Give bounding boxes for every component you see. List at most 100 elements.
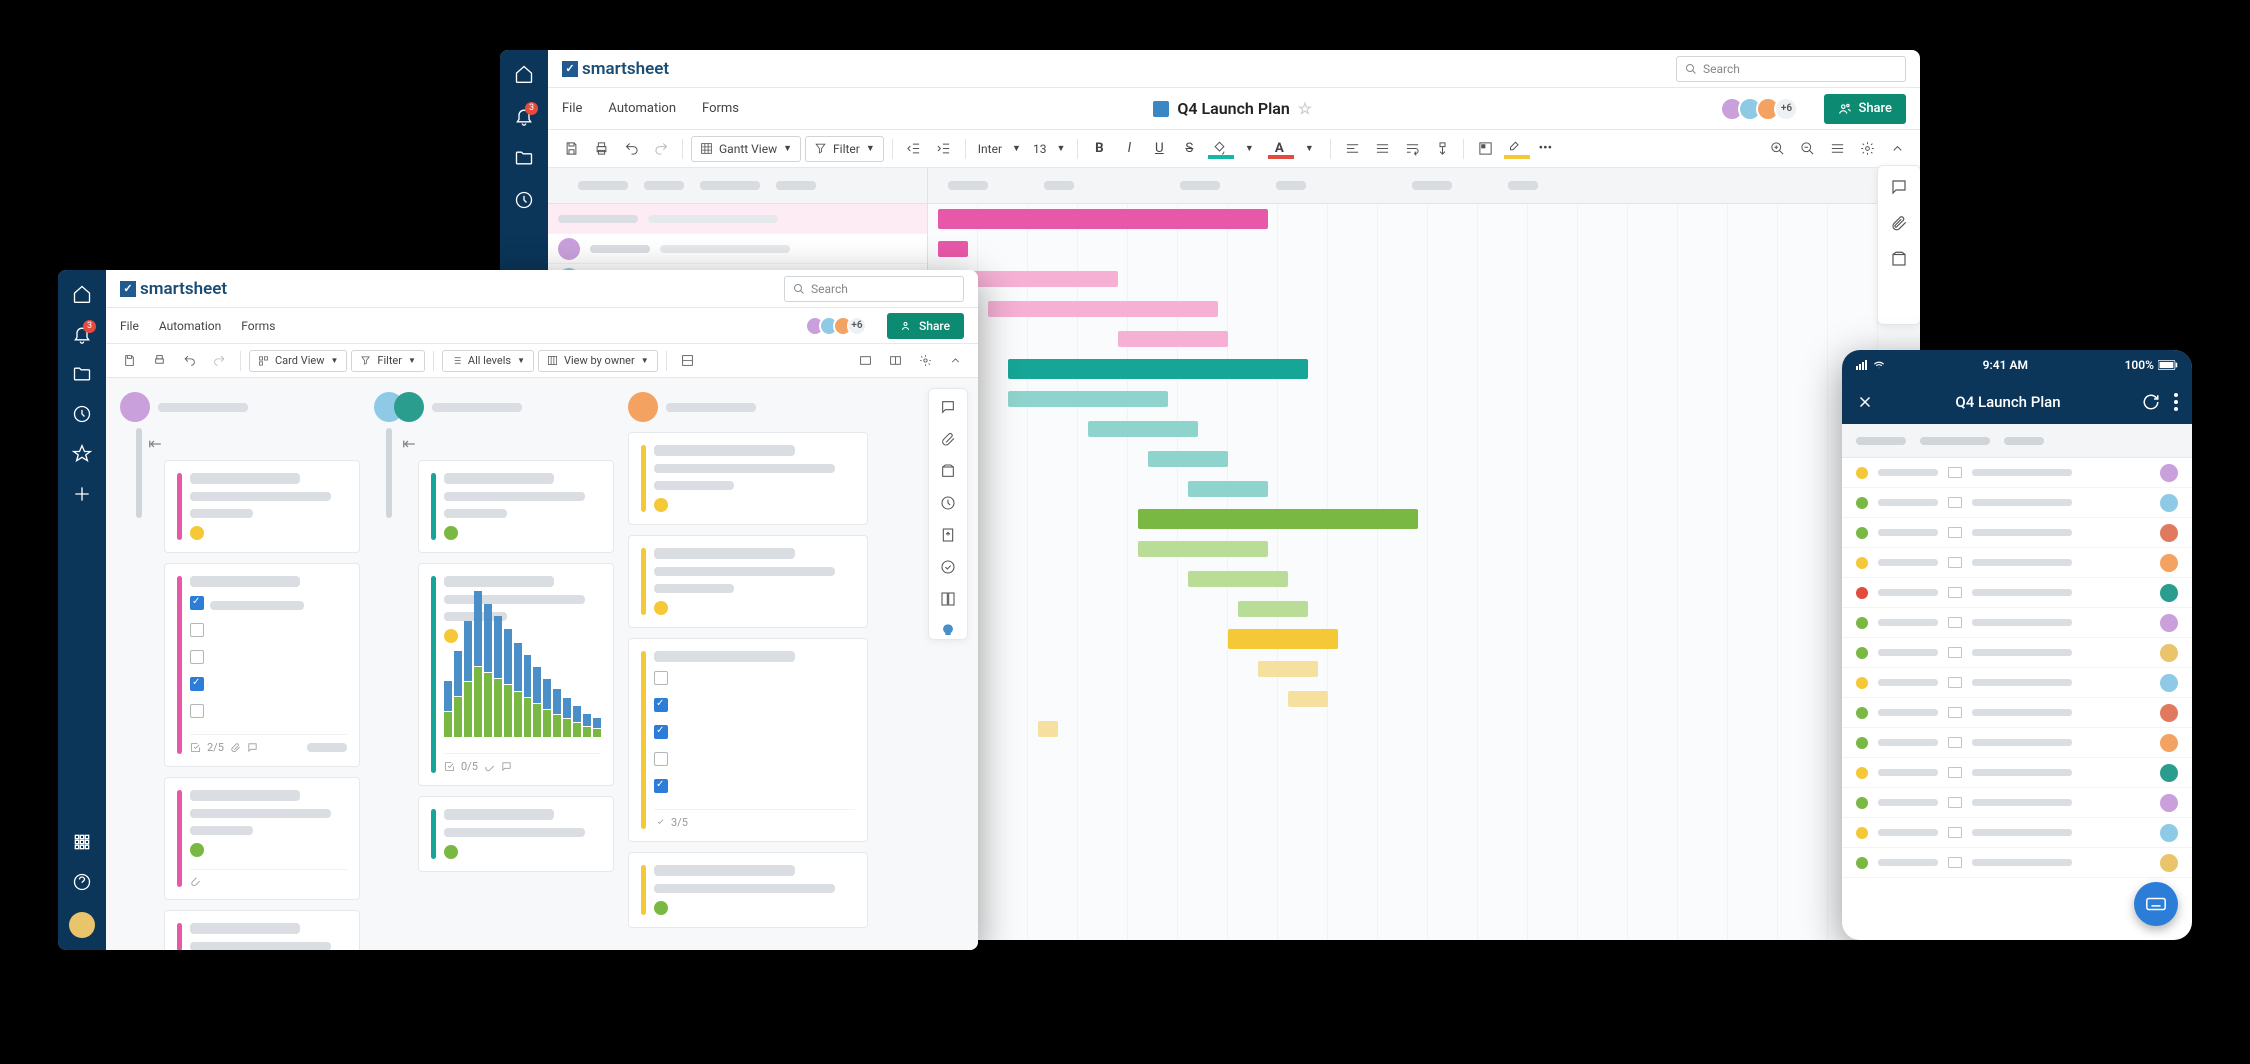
- undo-icon[interactable]: [176, 348, 202, 374]
- strikethrough-icon[interactable]: S: [1176, 136, 1202, 162]
- mobile-list[interactable]: [1842, 458, 2192, 940]
- summary-icon[interactable]: [940, 559, 956, 575]
- view-selector[interactable]: Card View▼: [249, 350, 347, 372]
- menu-automation[interactable]: Automation: [159, 319, 221, 333]
- align-left-icon[interactable]: [1339, 136, 1365, 162]
- outdent-icon[interactable]: [901, 136, 927, 162]
- mobile-row[interactable]: [1842, 518, 2192, 548]
- recent-icon[interactable]: [514, 190, 534, 210]
- gantt-bar[interactable]: [1188, 571, 1288, 587]
- mobile-row[interactable]: [1842, 728, 2192, 758]
- add-icon[interactable]: [72, 484, 92, 504]
- home-icon[interactable]: [72, 284, 92, 304]
- card[interactable]: [628, 852, 868, 928]
- keyboard-fab[interactable]: [2134, 882, 2178, 926]
- gantt-bar[interactable]: [1148, 451, 1228, 467]
- font-selector[interactable]: Inter▼: [974, 136, 1025, 162]
- gantt-bar[interactable]: [938, 241, 968, 257]
- print-icon[interactable]: [588, 136, 614, 162]
- gantt-bar[interactable]: [1088, 421, 1198, 437]
- redo-icon[interactable]: [206, 348, 232, 374]
- home-icon[interactable]: [514, 64, 534, 84]
- mobile-row[interactable]: [1842, 818, 2192, 848]
- comments-icon[interactable]: [940, 399, 956, 415]
- compact-icon[interactable]: [675, 348, 701, 374]
- mobile-row[interactable]: [1842, 548, 2192, 578]
- layout2-icon[interactable]: [882, 348, 908, 374]
- card[interactable]: [164, 910, 360, 950]
- refresh-icon[interactable]: [2142, 393, 2160, 411]
- filter-button[interactable]: Filter▼: [805, 136, 884, 162]
- search-input[interactable]: Search: [1676, 56, 1906, 82]
- mobile-row[interactable]: [1842, 488, 2192, 518]
- zoom-in-icon[interactable]: [1764, 136, 1790, 162]
- gear-icon[interactable]: [1854, 136, 1880, 162]
- conditional-fmt-icon[interactable]: [1472, 136, 1498, 162]
- favorite-star-icon[interactable]: ☆: [1298, 99, 1312, 118]
- fill-dropdown-icon[interactable]: ▼: [1236, 136, 1262, 162]
- mobile-row[interactable]: [1842, 608, 2192, 638]
- gantt-group-bar[interactable]: [1228, 629, 1338, 649]
- mobile-row[interactable]: [1842, 578, 2192, 608]
- menu-automation[interactable]: Automation: [608, 101, 676, 116]
- fill-color-icon[interactable]: [1206, 136, 1232, 162]
- gantt-bar[interactable]: [1008, 391, 1168, 407]
- proofs-icon[interactable]: [940, 463, 956, 479]
- save-icon[interactable]: [558, 136, 584, 162]
- gantt-bar[interactable]: [1238, 601, 1308, 617]
- redo-icon[interactable]: [648, 136, 674, 162]
- gantt-bar[interactable]: [958, 271, 1118, 287]
- underline-icon[interactable]: U: [1146, 136, 1172, 162]
- apps-icon[interactable]: [72, 832, 92, 852]
- user-avatar[interactable]: [69, 912, 95, 938]
- brand-logo[interactable]: smartsheet: [120, 279, 227, 299]
- gantt-bar[interactable]: [1288, 691, 1328, 707]
- collaborator-avatars[interactable]: +6: [1726, 97, 1798, 121]
- close-icon[interactable]: [1856, 393, 1874, 411]
- attachments-icon[interactable]: [940, 431, 956, 447]
- share-button[interactable]: Share: [1824, 94, 1906, 124]
- save-icon[interactable]: [116, 348, 142, 374]
- textcolor-dropdown-icon[interactable]: ▼: [1296, 136, 1322, 162]
- viewby-selector[interactable]: View by owner▼: [538, 350, 658, 372]
- notifications-icon[interactable]: 3: [72, 324, 92, 344]
- mobile-row[interactable]: [1842, 788, 2192, 818]
- card[interactable]: 3/5: [628, 638, 868, 842]
- highlight-icon[interactable]: [1502, 136, 1528, 162]
- gantt-bar[interactable]: [1118, 331, 1228, 347]
- collapse-icon[interactable]: [942, 348, 968, 374]
- expand-icon[interactable]: ⇤: [148, 436, 162, 450]
- expand-icon[interactable]: ⇤: [402, 436, 416, 450]
- folder-icon[interactable]: [72, 364, 92, 384]
- gantt-bar[interactable]: [988, 301, 1218, 317]
- mobile-row[interactable]: [1842, 458, 2192, 488]
- wrap-icon[interactable]: [1399, 136, 1425, 162]
- mobile-row[interactable]: [1842, 638, 2192, 668]
- gantt-bar[interactable]: [1188, 481, 1268, 497]
- menu-file[interactable]: File: [562, 101, 582, 116]
- gantt-timeline[interactable]: [928, 168, 1920, 940]
- folder-icon[interactable]: [514, 148, 534, 168]
- avatar-overflow[interactable]: +6: [847, 316, 867, 336]
- more-icon[interactable]: [2174, 393, 2178, 411]
- mobile-row[interactable]: [1842, 698, 2192, 728]
- mobile-row[interactable]: [1842, 758, 2192, 788]
- gantt-row[interactable]: [548, 234, 927, 264]
- undo-icon[interactable]: [618, 136, 644, 162]
- favorites-icon[interactable]: [72, 444, 92, 464]
- card[interactable]: 2/5: [164, 563, 360, 767]
- gantt-group-bar[interactable]: [1138, 509, 1418, 529]
- gantt-bar[interactable]: [1038, 721, 1058, 737]
- search-input[interactable]: Search: [784, 276, 964, 302]
- gantt-row[interactable]: [548, 204, 927, 234]
- card[interactable]: [418, 796, 614, 872]
- brand-logo[interactable]: smartsheet: [562, 59, 669, 79]
- scrollbar[interactable]: [136, 428, 142, 518]
- card[interactable]: [164, 777, 360, 900]
- italic-icon[interactable]: I: [1116, 136, 1142, 162]
- layout1-icon[interactable]: [852, 348, 878, 374]
- comments-icon[interactable]: [1890, 178, 1908, 196]
- collapse-icon[interactable]: [1884, 136, 1910, 162]
- fontsize-selector[interactable]: 13▼: [1029, 136, 1069, 162]
- gantt-group-bar[interactable]: [1008, 359, 1308, 379]
